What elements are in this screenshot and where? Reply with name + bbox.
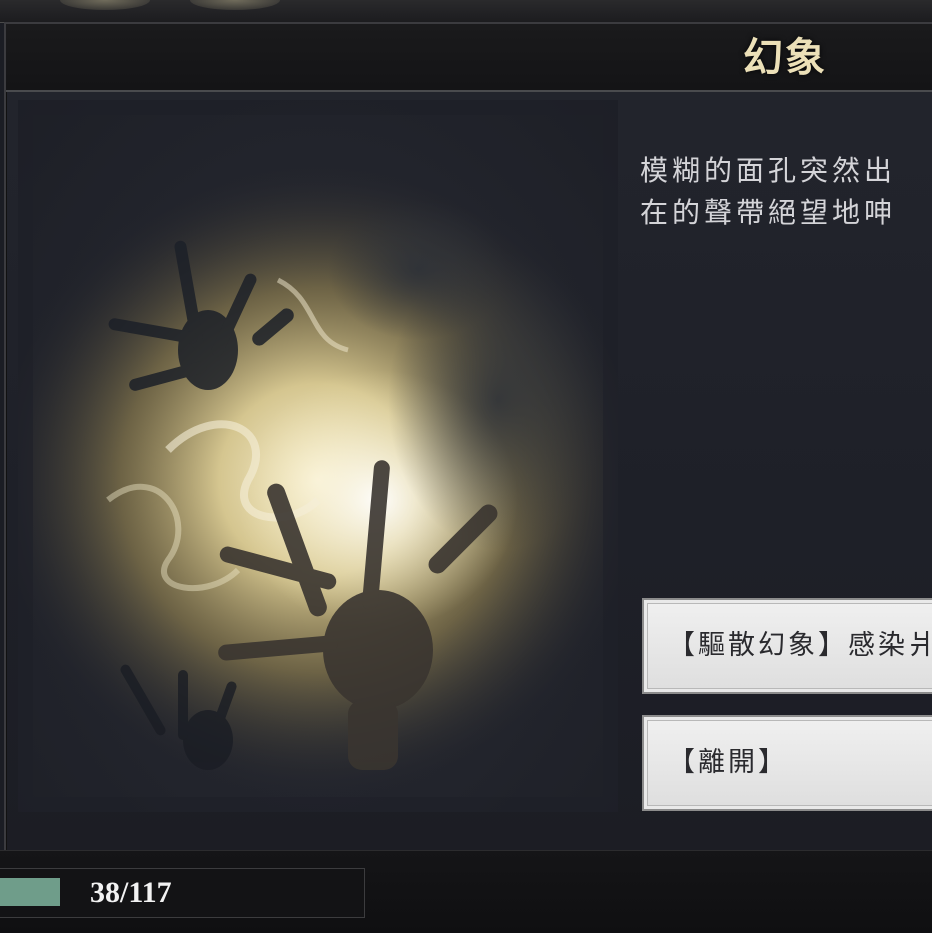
hp-value: 38/117 xyxy=(90,876,172,909)
top-strip xyxy=(0,0,932,23)
event-title: 幻象 xyxy=(743,34,827,81)
event-description: 模糊的面孔突然出 在的聲帶絕望地呻 xyxy=(640,150,932,234)
choice-label: 【驅散幻象】感染爿 xyxy=(668,630,932,661)
hp-bar-fill xyxy=(0,878,60,906)
choice-dispel-vision-button[interactable]: 【驅散幻象】感染爿 xyxy=(642,598,932,694)
description-line: 模糊的面孔突然出 xyxy=(640,154,897,187)
hands-in-mist-illustration xyxy=(18,100,618,812)
description-line: 在的聲帶絕望地呻 xyxy=(640,196,897,229)
event-illustration xyxy=(18,100,618,812)
top-glow xyxy=(190,0,280,10)
choice-leave-button[interactable]: 【離開】 xyxy=(642,715,932,811)
choice-label: 【離開】 xyxy=(668,747,788,778)
top-glow xyxy=(60,0,150,10)
